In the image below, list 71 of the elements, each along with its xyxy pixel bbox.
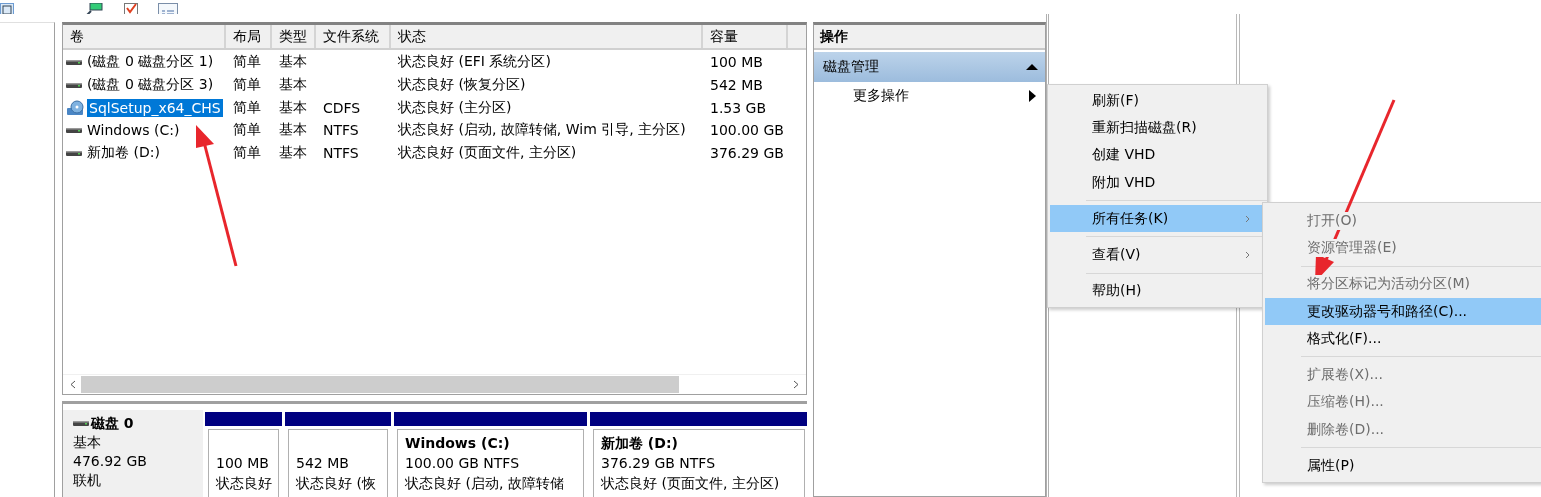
disk-state: 联机 xyxy=(73,471,102,490)
column-header[interactable]: 布局 xyxy=(226,25,272,48)
magnifier-icon[interactable] xyxy=(84,3,104,14)
partition-status: 状态良好 xyxy=(216,474,273,494)
table-cell: 基本 xyxy=(279,53,307,70)
disk-drive-icon xyxy=(66,59,82,65)
volume-name[interactable]: (磁盘 0 磁盘分区 3) xyxy=(85,75,216,96)
table-cell: 基本 xyxy=(279,98,307,115)
disk-drive-icon xyxy=(66,82,82,88)
partition-block[interactable]: Windows (C:) 100.00 GB NTFS 状态良好 (启动, 故障转储 xyxy=(397,429,584,497)
table-cell: 状态良好 (主分区) xyxy=(398,98,512,115)
table-cell: 基本 xyxy=(279,144,307,161)
partition-status: 状态良好 (页面文件, 主分区) xyxy=(601,474,781,494)
table-cell: 基本 xyxy=(279,76,307,93)
table-cell: CDFS xyxy=(323,99,361,116)
horizontal-scrollbar[interactable] xyxy=(63,374,806,394)
menu-item[interactable]: 更改驱动器号和路径(C)... xyxy=(1265,297,1541,326)
partition-block[interactable]: 542 MB 状态良好 (恢 xyxy=(288,429,388,497)
table-cell: 100.00 GB xyxy=(710,122,784,139)
scroll-left-icon[interactable] xyxy=(70,380,76,389)
pane-title: 操作 xyxy=(814,25,1045,50)
disk-name: 磁盘 0 xyxy=(91,414,134,433)
table-cell: 简单 xyxy=(233,144,261,161)
partition-status: 状态良好 (启动, 故障转储 xyxy=(405,474,565,494)
table-cell: 状态良好 (页面文件, 主分区) xyxy=(398,144,577,161)
scroll-right-icon[interactable] xyxy=(793,380,799,389)
disk-type: 基本 xyxy=(73,433,102,452)
column-header[interactable]: 类型 xyxy=(272,25,316,48)
table-cell: 状态良好 (EFI 系统分区) xyxy=(398,53,551,70)
column-header[interactable]: 容量 xyxy=(703,25,788,48)
disk-drive-icon xyxy=(66,150,82,156)
table-cell: 状态良好 (恢复分区) xyxy=(398,76,526,93)
table-cell: 简单 xyxy=(233,98,261,115)
disk-size: 476.92 GB xyxy=(73,452,148,471)
table-cell: NTFS xyxy=(323,122,359,139)
table-cell: 542 MB xyxy=(710,77,763,94)
partition-block[interactable]: 100 MB 状态良好 xyxy=(208,429,279,497)
table-cell: 1.53 GB xyxy=(710,99,767,116)
table-cell: 简单 xyxy=(233,53,261,70)
table-cell: 基本 xyxy=(279,121,307,138)
table-cell: 状态良好 (启动, 故障转储, Wim 引导, 主分区) xyxy=(398,121,686,138)
disk-drive-icon xyxy=(66,127,82,133)
scroll-thumb[interactable] xyxy=(81,376,679,393)
table-cell: NTFS xyxy=(323,145,359,162)
disk-label-panel[interactable]: 磁盘 0 基本 476.92 GB 联机 xyxy=(63,410,203,497)
column-header[interactable]: 文件系统 xyxy=(316,25,391,48)
volume-name[interactable]: (磁盘 0 磁盘分区 1) xyxy=(85,52,216,73)
volume-name[interactable]: 新加卷 (D:) xyxy=(85,143,162,164)
partition-block[interactable]: 新加卷 (D:) 376.29 GB NTFS 状态良好 (页面文件, 主分区) xyxy=(593,429,805,497)
volume-name[interactable]: Windows (C:) xyxy=(85,121,182,140)
menu-item[interactable]: 所有任务(K) xyxy=(1050,205,1265,233)
table-cell: 100 MB xyxy=(710,54,763,71)
partition-size: 100.00 GB NTFS xyxy=(405,454,521,474)
optical-drive-icon xyxy=(66,99,84,116)
table-cell: 376.29 GB xyxy=(710,145,784,162)
partition-status: 状态良好 (恢 xyxy=(296,474,377,494)
section-title: 磁盘管理 xyxy=(823,58,879,76)
partition-size: 376.29 GB NTFS xyxy=(601,454,717,474)
disk-drive-icon xyxy=(73,421,89,426)
partition-size: 100 MB xyxy=(216,454,270,474)
partition-name: Windows (C:) xyxy=(405,434,511,454)
table-cell: 简单 xyxy=(233,76,261,93)
volume-name[interactable]: SqlSetup_x64_CHS xyxy=(87,98,223,117)
section-header[interactable]: 磁盘管理 xyxy=(814,50,1045,82)
action-label: 更多操作 xyxy=(853,87,909,105)
partition-name: 新加卷 (D:) xyxy=(601,434,679,454)
column-header[interactable]: 卷 xyxy=(63,25,226,48)
table-cell: 简单 xyxy=(233,121,261,138)
partition-size: 542 MB xyxy=(296,454,350,474)
column-header[interactable]: 状态 xyxy=(391,25,703,48)
action-item[interactable]: 更多操作 xyxy=(814,82,1045,110)
